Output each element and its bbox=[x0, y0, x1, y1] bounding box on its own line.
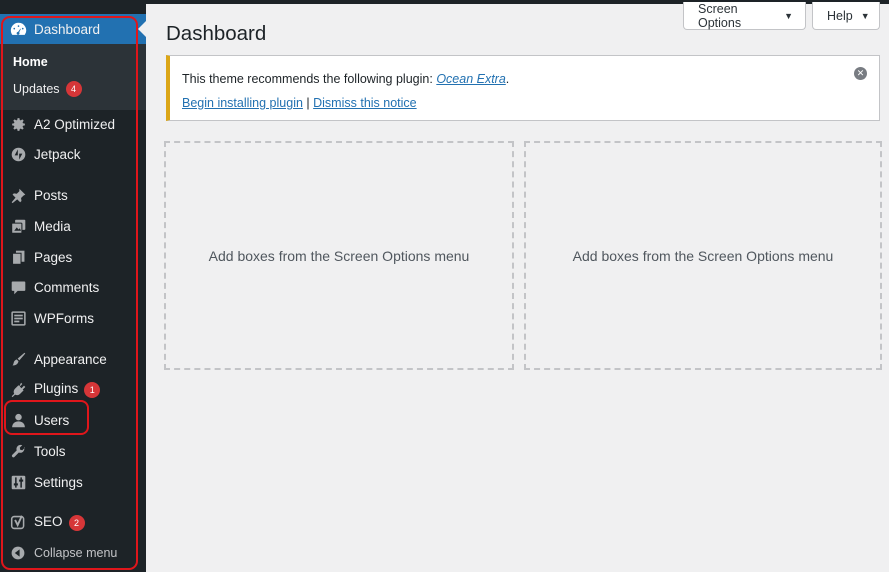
empty-area-message: Add boxes from the Screen Options menu bbox=[208, 247, 470, 264]
sidebar-item-label: Settings bbox=[34, 474, 83, 490]
sidebar-item-label: Dashboard bbox=[34, 21, 101, 37]
sidebar-item-dashboard[interactable]: Dashboard bbox=[0, 14, 146, 44]
sidebar-item-plugins[interactable]: Plugins 1 bbox=[0, 374, 146, 404]
begin-installing-link[interactable]: Begin installing plugin bbox=[182, 96, 303, 110]
caret-down-icon: ▼ bbox=[860, 10, 870, 21]
help-button[interactable]: Help ▼ bbox=[812, 2, 880, 30]
empty-widget-area-left: Add boxes from the Screen Options menu bbox=[164, 141, 514, 370]
sidebar-item-label: Posts bbox=[34, 187, 68, 203]
screen-options-button[interactable]: Screen Options ▼ bbox=[683, 2, 806, 30]
help-label: Help bbox=[827, 8, 853, 23]
sidebar-item-label: Users bbox=[34, 412, 70, 428]
sidebar-item-jetpack[interactable]: Jetpack bbox=[0, 139, 146, 169]
yoast-icon bbox=[9, 513, 27, 531]
sidebar-item-posts[interactable]: Posts bbox=[0, 180, 146, 210]
user-icon bbox=[9, 411, 27, 429]
submenu-item-label: Updates bbox=[13, 82, 60, 96]
comment-icon bbox=[9, 278, 27, 296]
sidebar-item-label: A2 Optimized bbox=[34, 116, 116, 132]
pin-icon bbox=[9, 186, 27, 204]
sidebar-item-label: Tools bbox=[34, 443, 66, 459]
submenu-item-home[interactable]: Home bbox=[13, 55, 48, 69]
plugins-count-badge: 1 bbox=[84, 381, 101, 398]
dashboard-submenu: Home Updates 4 bbox=[0, 44, 146, 110]
sidebar-item-label: Jetpack bbox=[34, 146, 81, 162]
sidebar-item-label: Plugins 1 bbox=[34, 381, 101, 398]
ocean-extra-link[interactable]: Ocean Extra bbox=[436, 72, 505, 86]
sidebar-item-label: Appearance bbox=[34, 351, 107, 367]
close-icon[interactable]: ✕ bbox=[854, 67, 867, 80]
admin-sidebar: Dashboard Home Updates 4 A2 Optimized Je… bbox=[0, 4, 146, 572]
sidebar-item-label: WPForms bbox=[34, 310, 94, 326]
sidebar-item-wpforms[interactable]: WPForms bbox=[0, 303, 146, 333]
sidebar-item-settings[interactable]: Settings bbox=[0, 467, 146, 497]
seo-count-badge: 2 bbox=[68, 514, 85, 531]
submenu-item-label: Home bbox=[13, 55, 48, 69]
sidebar-item-a2-optimized[interactable]: A2 Optimized bbox=[0, 109, 146, 139]
form-icon bbox=[9, 309, 27, 327]
pages-icon bbox=[9, 248, 27, 266]
sidebar-item-label: Media bbox=[34, 218, 71, 234]
plugin-notice: This theme recommends the following plug… bbox=[166, 55, 880, 121]
empty-widget-area-right: Add boxes from the Screen Options menu bbox=[524, 141, 882, 370]
sidebar-item-comments[interactable]: Comments bbox=[0, 272, 146, 302]
settings-icon bbox=[9, 473, 27, 491]
media-icon bbox=[9, 217, 27, 235]
sidebar-item-seo[interactable]: SEO 2 bbox=[0, 507, 146, 537]
caret-down-icon: ▼ bbox=[784, 10, 793, 21]
sidebar-item-pages[interactable]: Pages bbox=[0, 242, 146, 272]
notice-actions: Begin installing plugin | Dismiss this n… bbox=[182, 96, 417, 110]
collapse-menu-button[interactable]: Collapse menu bbox=[0, 538, 146, 568]
dismiss-notice-link[interactable]: Dismiss this notice bbox=[313, 96, 417, 110]
collapse-arrow-icon bbox=[9, 544, 27, 562]
sidebar-item-label: Pages bbox=[34, 249, 73, 265]
dashboard-icon bbox=[9, 20, 27, 38]
jetpack-icon bbox=[9, 145, 27, 163]
submenu-item-updates[interactable]: Updates 4 bbox=[13, 81, 82, 97]
sidebar-item-label: SEO 2 bbox=[34, 514, 85, 531]
plug-icon bbox=[9, 380, 27, 398]
screen-options-label: Screen Options bbox=[698, 1, 742, 30]
updates-count-badge: 4 bbox=[65, 81, 82, 97]
collapse-menu-label: Collapse menu bbox=[34, 546, 118, 560]
brush-icon bbox=[9, 350, 27, 368]
gear-icon bbox=[9, 115, 27, 133]
notice-message: This theme recommends the following plug… bbox=[182, 72, 510, 86]
page-title: Dashboard bbox=[166, 22, 267, 45]
sidebar-item-appearance[interactable]: Appearance bbox=[0, 344, 146, 374]
sidebar-item-label: Comments bbox=[34, 279, 100, 295]
sidebar-item-users[interactable]: Users bbox=[0, 405, 146, 435]
sidebar-item-media[interactable]: Media bbox=[0, 211, 146, 241]
empty-area-message: Add boxes from the Screen Options menu bbox=[572, 247, 834, 264]
sidebar-item-tools[interactable]: Tools bbox=[0, 436, 146, 466]
wrench-icon bbox=[9, 442, 27, 460]
